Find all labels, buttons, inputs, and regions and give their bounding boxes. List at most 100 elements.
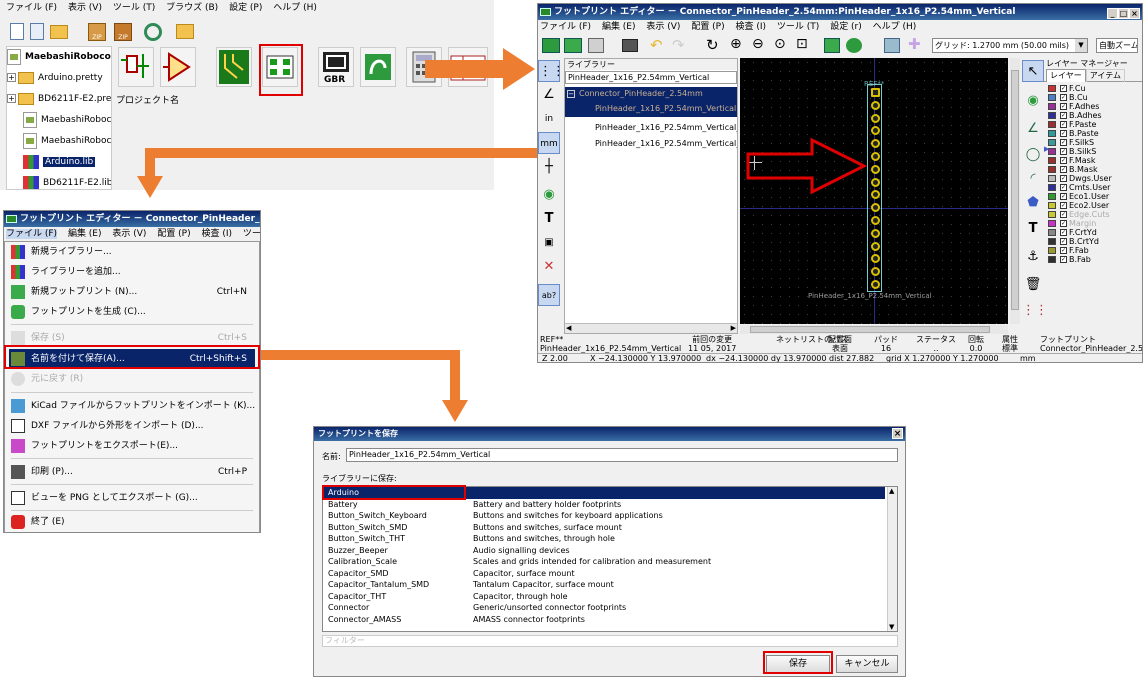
print-icon[interactable] [622,39,638,52]
tab-items[interactable]: アイテム [1085,69,1125,82]
collapse-icon[interactable]: − [567,90,575,98]
draw-circle-icon[interactable]: ◯ [1022,144,1044,166]
library-row[interactable]: Button_Switch_THT Buttons and switches, t… [323,533,885,545]
tree-root[interactable]: MaebashiRobocon.p [7,47,111,68]
fpeditor-menu-place[interactable]: 配置 (P) [691,22,724,32]
layer-row[interactable]: ✓ B.Cu [1048,93,1142,102]
layer-color-swatch[interactable] [1048,157,1056,164]
text-sketch-icon[interactable]: T [538,208,560,230]
canvas-vscrollbar[interactable] [1010,58,1020,324]
footprint-pad[interactable] [871,139,880,149]
layer-color-swatch[interactable] [1048,85,1056,92]
add-library-icon[interactable] [564,38,582,53]
footprint-pad[interactable] [871,241,880,251]
layer-color-swatch[interactable] [1048,166,1056,173]
footprint-pad[interactable] [871,254,880,264]
add-pad-icon[interactable]: ◉ [1022,90,1044,112]
tree-item-schematic[interactable]: MaebashiRobocon [23,110,111,131]
layer-row[interactable]: ✓ F.Cu [1048,84,1142,93]
layer-row[interactable]: ✓ Cmts.User [1048,183,1142,192]
layer-color-swatch[interactable] [1048,121,1056,128]
menu-place[interactable]: 配置 (P) [157,229,190,239]
close-button[interactable]: × [1129,8,1140,19]
layer-visibility-checkbox[interactable]: ✓ [1060,211,1067,218]
library-row[interactable]: Capacitor_THT Capacitor, through hole [323,591,885,603]
library-row[interactable]: Calibration_Scale Scales and grids intend… [323,556,885,568]
image-converter-button[interactable] [360,47,396,87]
menu-item-new-library[interactable]: 新規ライブラリー... [9,242,255,262]
expand-icon[interactable]: + [7,73,16,82]
library-row[interactable]: Button_Switch_Keyboard Buttons and switch… [323,510,885,522]
layer-visibility-checkbox[interactable]: ✓ [1060,166,1067,173]
folder-settings-icon[interactable] [176,24,194,39]
library-filter-input[interactable]: PinHeader_1x16_P2.54mm_Vertical [565,71,737,84]
anchor-icon[interactable]: ⚓ [1022,246,1044,268]
chevron-down-icon[interactable]: ▼ [1075,39,1087,52]
grid-origin-icon[interactable]: ⋮⋮ [1022,300,1048,322]
layer-row[interactable]: ✓ Eco1.User [1048,192,1142,201]
grid-toggle-icon[interactable]: ⋮⋮ [538,60,565,82]
layer-color-swatch[interactable] [1048,229,1056,236]
zoom-selection-icon[interactable]: ⊡ [796,36,808,52]
fpeditor-menu-edit[interactable]: 編集 (E) [602,22,636,32]
tab-layers[interactable]: レイヤー [1046,69,1086,82]
layer-color-swatch[interactable] [1048,247,1056,254]
refresh-icon[interactable] [144,23,162,41]
footprint-pad[interactable] [871,88,880,97]
layer-visibility-checkbox[interactable]: ✓ [1060,193,1067,200]
import-icon[interactable] [588,38,604,53]
menu-view[interactable]: 表示 (V) [112,229,146,239]
layer-color-swatch[interactable] [1048,130,1056,137]
fpeditor-menu-view[interactable]: 表示 (V) [646,22,680,32]
footprint-pad[interactable] [871,177,880,187]
layer-color-swatch[interactable] [1048,211,1056,218]
select-tool-icon[interactable]: ↖ [1022,60,1044,82]
menu-item-save-as[interactable]: 名前を付けて保存(A)... Ctrl+Shift+S [9,349,255,369]
layer-row[interactable]: ✓ F.Mask [1048,156,1142,165]
polar-coords-icon[interactable]: ∠ [538,84,560,106]
footprint-pad[interactable] [871,190,880,200]
footprint-pad[interactable] [871,228,880,238]
menu-item-import-dxf[interactable]: DXF ファイルから外形をインポート (D)... [9,416,255,436]
high-contrast-icon[interactable]: ✕ [538,256,560,278]
layer-color-swatch[interactable] [1048,256,1056,263]
menu-item-new-footprint[interactable]: 新規フットプリント (N)... Ctrl+N [9,282,255,302]
open-project-icon[interactable] [50,25,68,39]
refresh-view-icon[interactable]: ↻ [706,36,719,54]
draw-polygon-icon[interactable]: ⬟ [1022,192,1044,214]
layer-row[interactable]: ✓ F.SilkS [1048,138,1142,147]
menu-inspect[interactable]: 検査 (I) [202,229,233,239]
library-row[interactable]: Capacitor_SMD Capacitor, surface mount [323,568,885,580]
library-row[interactable]: Buzzer_Beeper Audio signalling devices [323,545,885,557]
manager-menu-help[interactable]: ヘルプ (H) [273,3,317,13]
dialog-close-icon[interactable]: × [892,428,903,439]
manager-menu-browse[interactable]: ブラウズ (B) [166,3,218,13]
layer-color-swatch[interactable] [1048,238,1056,245]
library-list-vscrollbar[interactable]: ▲ ▼ [887,487,897,631]
footprint-pad[interactable] [871,152,880,161]
cursor-shape-icon[interactable]: ┼ [538,156,560,178]
layer-row[interactable]: ✓ B.Adhes [1048,111,1142,120]
footprint-pad[interactable] [871,100,880,110]
tree-item-bd6211-lib[interactable]: BD6211F-E2.lib [23,173,111,189]
layer-row[interactable]: ✓ F.CrtYd [1048,228,1142,237]
layer-visibility-checkbox[interactable]: ✓ [1060,139,1067,146]
zoom-select[interactable]: 自動ズーム [1096,38,1138,53]
footprint-pad[interactable] [871,216,880,225]
layer-row[interactable]: ✓ Eco2.User [1048,201,1142,210]
layer-visibility-checkbox[interactable]: ✓ [1060,175,1067,182]
footprint-pad[interactable] [871,203,880,213]
check-footprint-icon[interactable] [884,38,900,53]
menu-item-save[interactable]: 保存 (S) Ctrl+S [9,328,255,348]
layer-visibility-checkbox[interactable]: ✓ [1060,121,1067,128]
library-row[interactable]: Battery Battery and battery holder footpr… [323,499,885,511]
fpeditor-menu-tools[interactable]: ツール (T) [777,22,819,32]
layer-visibility-checkbox[interactable]: ✓ [1060,130,1067,137]
footprint-pad[interactable] [871,113,880,123]
tree-item-arduino-pretty[interactable]: + Arduino.pretty [7,68,103,89]
units-mm-icon[interactable]: mm [538,132,560,154]
maximize-button[interactable]: □ [1118,8,1129,19]
footprint-item[interactable]: PinHeader_1x16_P2.54mm_Vertical_SMD [565,121,737,135]
new-project-icon[interactable] [10,23,24,40]
menu-tools[interactable]: ツール (T) [243,229,260,239]
